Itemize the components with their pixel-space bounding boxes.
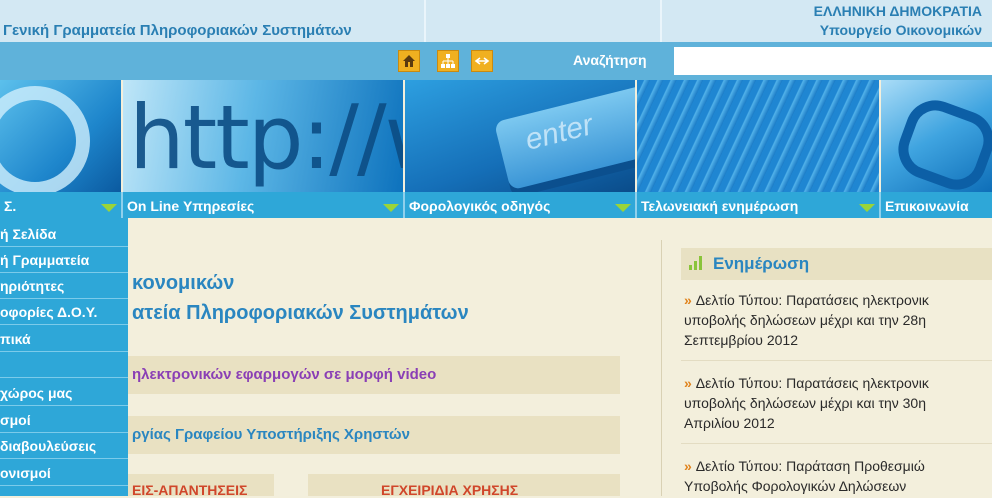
news-item-line: υποβολής δηλώσεων μέχρι και την 28η (684, 312, 927, 328)
left-menu-item[interactable]: χώρος μας (0, 381, 128, 406)
arrows-icon (474, 57, 490, 65)
news-heading: Ενημέρωση (713, 254, 810, 273)
sitemap-button[interactable] (437, 50, 459, 72)
header-divider (660, 0, 662, 42)
page-title-line-1: κονομικών (132, 272, 235, 294)
banner-image-keyboard: enter (405, 80, 635, 192)
gov-line-1: ΕΛΛΗΝΙΚΗ ΔΗΜΟΚΡΑΤΙΑ (813, 3, 982, 19)
page-title-line-2: ατεία Πληροφοριακών Συστημάτων (132, 302, 469, 324)
home-button[interactable] (398, 50, 420, 72)
double-chevron-icon: » (684, 458, 692, 474)
nav-item-contact[interactable]: Επικοινωνία (881, 192, 992, 218)
nav-item-label: Σ. (4, 198, 17, 214)
left-menu-item[interactable]: σμοί (0, 408, 128, 433)
search-input[interactable] (674, 47, 992, 75)
header-divider (424, 0, 426, 42)
helpdesk-link[interactable]: ργίας Γραφείου Υποστήριξης Χρηστών (128, 416, 620, 454)
banner-image-phone (881, 80, 992, 192)
news-item[interactable]: » Δελτίο Τύπου: Παράταση Προθεσμιώ Υποβολ… (684, 456, 992, 496)
banner-image-1 (0, 80, 121, 192)
news-divider (681, 360, 992, 361)
nav-item-home[interactable]: Σ. (0, 192, 121, 218)
nav-item-label: Τελωνειακή ενημέρωση (641, 198, 799, 214)
banner-ring-graphic (0, 86, 90, 192)
left-menu-item[interactable]: ή Σελίδα (0, 222, 128, 247)
main-content: κονομικών ατεία Πληροφοριακών Συστημάτων… (128, 218, 658, 498)
sitemap-icon (441, 54, 455, 68)
nav-item-online-services[interactable]: On Line Υπηρεσίες (123, 192, 403, 218)
news-item-line: Δελτίο Τύπου: Παρατάσεις ηλεκτρονικ (695, 292, 929, 308)
nav-item-tax-guide[interactable]: Φορολογικός οδηγός (405, 192, 635, 218)
nav-item-label: Επικοινωνία (885, 198, 969, 214)
double-chevron-icon: » (684, 292, 692, 308)
news-item-line: υποβολής δηλώσεων μέχρι και την 30η (684, 395, 927, 411)
chevron-down-icon (615, 204, 631, 212)
news-item-line: Σεπτεμβρίου 2012 (684, 332, 798, 348)
banner-image-4 (637, 80, 879, 192)
news-item-line: Δελτίο Τύπου: Παρατάσεις ηλεκτρονικ (695, 375, 929, 391)
government-title: ΕΛΛΗΝΙΚΗ ΔΗΜΟΚΡΑΤΙΑ Υπουργείο Οικονομικώ… (814, 2, 982, 40)
contact-button[interactable] (471, 50, 493, 72)
banner: http://www enter (0, 80, 992, 192)
video-apps-link-text: ηλεκτρονικών εφαρμογών σε μορφή video (132, 366, 437, 383)
nav-item-customs[interactable]: Τελωνειακή ενημέρωση (637, 192, 879, 218)
toolbar: Αναζήτηση (0, 42, 992, 80)
ministry-title: Γενική Γραμματεία Πληροφοριακών Συστημάτ… (3, 22, 352, 39)
top-header: Γενική Γραμματεία Πληροφοριακών Συστημάτ… (0, 0, 992, 42)
left-menu-item[interactable] (0, 353, 128, 378)
news-header: Ενημέρωση (681, 248, 992, 280)
phone-graphic (890, 92, 992, 192)
left-menu: ή Σελίδα ή Γραμματεία ηριότητες οφορίες … (0, 218, 128, 496)
home-icon (403, 55, 415, 67)
gov-line-2: Υπουργείο Οικονομικών (819, 22, 982, 38)
news-item[interactable]: » Δελτίο Τύπου: Παρατάσεις ηλεκτρονικ υπο… (684, 290, 992, 350)
news-divider (681, 443, 992, 444)
left-menu-item[interactable]: ηριότητες (0, 274, 128, 299)
helpdesk-link-text: ργίας Γραφείου Υποστήριξης Χρηστών (132, 426, 410, 443)
bar-chart-icon (689, 256, 705, 270)
search-label: Αναζήτηση (573, 52, 647, 68)
banner-http-text: http://www (129, 86, 403, 189)
news-item-line: Απριλίου 2012 (684, 415, 775, 431)
news-panel: Ενημέρωση » Δελτίο Τύπου: Παρατάσεις ηλεκ… (681, 218, 992, 496)
left-menu-item[interactable]: ή Γραμματεία (0, 248, 128, 273)
left-menu-item[interactable]: πικά (0, 327, 128, 352)
manuals-button[interactable]: ΕΓΧΕΙΡΙΔΙΑ ΧΡΗΣΗΣ (308, 474, 620, 498)
chevron-down-icon (383, 204, 399, 212)
video-apps-link[interactable]: ηλεκτρονικών εφαρμογών σε μορφή video (128, 356, 620, 394)
left-menu-item[interactable]: ονισμοί (0, 461, 128, 486)
news-item-line: Υποβολής Φορολογικών Δηλώσεων (684, 478, 907, 494)
left-menu-item[interactable]: διαβουλεύσεις (0, 434, 128, 459)
news-item[interactable]: » Δελτίο Τύπου: Παρατάσεις ηλεκτρονικ υπο… (684, 373, 992, 433)
left-menu-item[interactable]: οφορίες Δ.Ο.Υ. (0, 300, 128, 325)
double-chevron-icon: » (684, 375, 692, 391)
news-item-line: Δελτίο Τύπου: Παράταση Προθεσμιώ (695, 458, 925, 474)
banner-image-http: http://www (123, 80, 403, 192)
column-divider (661, 240, 662, 496)
chevron-down-icon (859, 204, 875, 212)
main-nav: Σ. On Line Υπηρεσίες Φορολογικός οδηγός … (0, 192, 992, 218)
nav-item-label: Φορολογικός οδηγός (409, 198, 551, 214)
chevron-down-icon (101, 204, 117, 212)
nav-item-label: On Line Υπηρεσίες (127, 198, 255, 214)
faq-button[interactable]: ΕΙΣ-ΑΠΑΝΤΗΣΕΙΣ (128, 474, 274, 498)
